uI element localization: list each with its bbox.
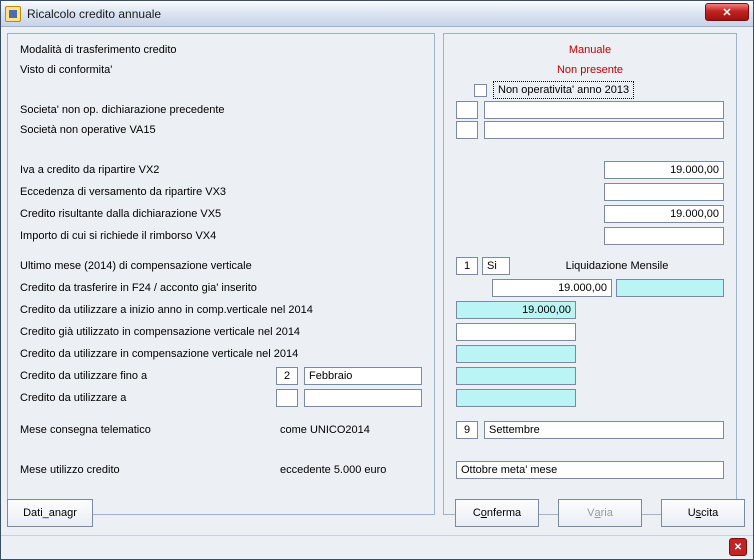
fino-a-value-field[interactable] — [456, 367, 576, 385]
label-gia-util: Credito già utilizzato in compensazione … — [20, 326, 300, 338]
vx5-field[interactable] — [604, 205, 724, 223]
nonop-prev-code-field[interactable] — [456, 101, 478, 119]
label-nonop: Non operativita' anno 2013 — [495, 83, 632, 97]
last-month-si-field[interactable] — [482, 257, 510, 275]
fino-a-num-field[interactable] — [276, 367, 298, 385]
fino-a2-num-field[interactable] — [276, 389, 298, 407]
label-vx2: Iva a credito da ripartire VX2 — [20, 164, 159, 176]
label-vx3: Eccedenza di versamento da ripartire VX3 — [20, 186, 226, 198]
value-modalita: Manuale — [569, 44, 611, 56]
status-strip: ✕ — [1, 535, 753, 559]
label-visto: Visto di conformita' — [20, 64, 112, 76]
right-pane: Manuale Non presente Non operativita' an… — [443, 33, 737, 515]
label-da-util: Credito da utilizzare in compensazione v… — [20, 348, 298, 360]
label-mese-utilizzo-note: eccedente 5.000 euro — [280, 464, 386, 476]
client-area: Modalità di trasferimento credito Visto … — [1, 27, 753, 535]
consegna-num-field[interactable] — [456, 421, 478, 439]
va15-desc-field[interactable] — [484, 121, 724, 139]
label-mese-utilizzo: Mese utilizzo credito — [20, 464, 180, 476]
label-liquidazione: Liquidazione Mensile — [510, 260, 724, 272]
main-window: Ricalcolo credito annuale ✕ Modalità di … — [0, 0, 754, 560]
label-vx5: Credito risultante dalla dichiarazione V… — [20, 208, 221, 220]
left-pane: Modalità di trasferimento credito Visto … — [7, 33, 435, 515]
right-button-bar: Conferma Varia Uscita — [453, 499, 747, 529]
uscita-button[interactable]: Uscita — [661, 499, 745, 527]
label-nonop-prev: Societa' non op. dichiarazione precedent… — [20, 104, 225, 116]
corner-close-button[interactable]: ✕ — [729, 538, 747, 556]
conferma-button[interactable]: Conferma — [455, 499, 539, 527]
fino-a2-value-field[interactable] — [456, 389, 576, 407]
label-f24: Credito da trasferire in F24 / acconto g… — [20, 282, 257, 294]
label-vx4: Importo di cui si richiede il rimborso V… — [20, 230, 216, 242]
f24-field[interactable] — [492, 279, 612, 297]
inizio-anno-field[interactable] — [456, 301, 576, 319]
label-va15: Società non operative VA15 — [20, 124, 156, 136]
da-util-field[interactable] — [456, 345, 576, 363]
dati-anagr-button[interactable]: Dati_anagr — [7, 499, 93, 527]
window-close-button[interactable]: ✕ — [705, 3, 749, 21]
gia-util-field[interactable] — [456, 323, 576, 341]
vx2-field[interactable] — [604, 161, 724, 179]
titlebar: Ricalcolo credito annuale ✕ — [1, 1, 753, 27]
last-month-num-field[interactable] — [456, 257, 478, 275]
left-button-bar: Dati_anagr — [7, 499, 435, 529]
va15-code-field[interactable] — [456, 121, 478, 139]
varia-button[interactable]: Varia — [558, 499, 642, 527]
label-consegna-note: come UNICO2014 — [280, 424, 370, 436]
vx4-field[interactable] — [604, 227, 724, 245]
label-fino-a2: Credito da utilizzare a — [20, 392, 180, 404]
label-ultimo-mese: Ultimo mese (2014) di compensazione vert… — [20, 260, 252, 272]
window-title: Ricalcolo credito annuale — [27, 7, 161, 21]
nonop-checkbox[interactable] — [474, 84, 487, 97]
nonop-prev-desc-field[interactable] — [484, 101, 724, 119]
value-visto: Non presente — [557, 64, 623, 76]
label-modalita: Modalità di trasferimento credito — [20, 44, 177, 56]
fino-a2-month-field[interactable] — [304, 389, 422, 407]
label-consegna: Mese consegna telematico — [20, 424, 180, 436]
vx3-field[interactable] — [604, 183, 724, 201]
app-icon — [5, 6, 21, 22]
fino-a-month-field[interactable] — [304, 367, 422, 385]
label-fino-a: Credito da utilizzare fino a — [20, 370, 180, 382]
f24-extra-field[interactable] — [616, 279, 724, 297]
label-inizio-anno: Credito da utilizzare a inizio anno in c… — [20, 304, 313, 316]
consegna-month-field[interactable] — [484, 421, 724, 439]
mese-utilizzo-field[interactable] — [456, 461, 724, 479]
